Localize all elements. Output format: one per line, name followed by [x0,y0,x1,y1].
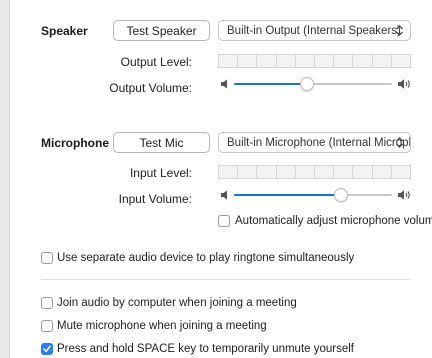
press-space-unmute-checkbox[interactable] [41,343,53,355]
auto-adjust-mic-checkbox[interactable] [218,215,230,227]
updown-chevron-icon [396,25,403,36]
output-level-meter [218,54,411,68]
input-volume-slider-thumb[interactable] [334,188,348,202]
output-volume-slider-thumb[interactable] [300,77,314,91]
input-level-label: Input Level: [129,166,192,180]
checkmark-icon [43,345,51,353]
auto-adjust-mic-label[interactable]: Automatically adjust microphone volume [235,215,432,227]
section-divider [41,279,411,280]
volume-high-icon [398,190,410,200]
microphone-device-value: Built-in Microphone (Internal Micropho..… [227,136,411,149]
input-volume-label: Input Volume: [118,192,192,206]
separate-ringtone-device-checkbox[interactable] [41,252,53,264]
volume-high-icon [398,79,410,89]
speaker-device-value: Built-in Output (Internal Speakers) [227,24,401,37]
separate-ringtone-device-label[interactable]: Use separate audio device to play ringto… [57,252,354,264]
speaker-device-select[interactable]: Built-in Output (Internal Speakers) [218,20,411,41]
updown-chevron-icon [396,137,403,148]
output-level-label: Output Level: [120,55,192,69]
mute-mic-on-join-checkbox[interactable] [41,320,53,332]
volume-low-icon [221,79,227,89]
mute-mic-on-join-label[interactable]: Mute microphone when joining a meeting [57,320,267,332]
join-audio-by-computer-label[interactable]: Join audio by computer when joining a me… [57,297,297,309]
output-volume-label: Output Volume: [109,81,192,95]
press-space-unmute-label[interactable]: Press and hold SPACE key to temporarily … [57,343,354,355]
output-volume-slider[interactable] [234,76,392,92]
test-speaker-button[interactable]: Test Speaker [113,20,210,41]
test-mic-button[interactable]: Test Mic [113,132,210,153]
audio-settings-panel: Speaker Test Speaker Built-in Output (In… [9,0,432,358]
microphone-section-label: Microphone [41,136,109,150]
speaker-section-label: Speaker [41,24,88,38]
volume-low-icon [221,190,227,200]
microphone-device-select[interactable]: Built-in Microphone (Internal Micropho..… [218,132,411,153]
input-level-meter [218,165,411,179]
input-volume-slider[interactable] [234,187,392,203]
join-audio-by-computer-checkbox[interactable] [41,297,53,309]
